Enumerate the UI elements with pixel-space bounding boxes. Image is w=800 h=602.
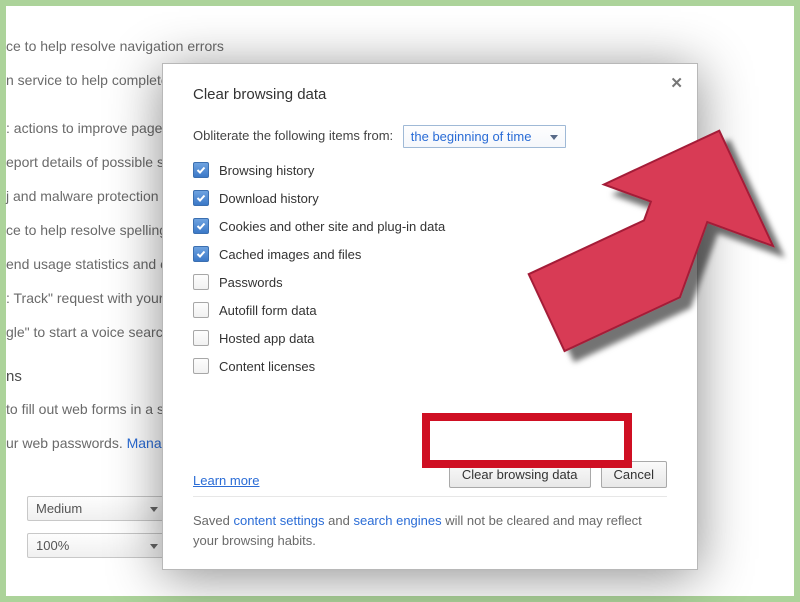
checkbox[interactable] bbox=[193, 246, 209, 262]
app-frame: ce to help resolve navigation errors n s… bbox=[0, 0, 800, 602]
option-row: Cached images and files bbox=[193, 246, 667, 262]
bg-text: to fill out web forms in a singl bbox=[6, 401, 186, 417]
clear-browsing-data-dialog: ✕ Clear browsing data Obliterate the fol… bbox=[162, 63, 698, 570]
option-row: Content licenses bbox=[193, 358, 667, 374]
search-engines-link[interactable]: search engines bbox=[353, 513, 441, 528]
learn-more-link[interactable]: Learn more bbox=[193, 473, 259, 488]
option-row: Hosted app data bbox=[193, 330, 667, 346]
bg-text: gle" to start a voice search bbox=[6, 324, 171, 340]
option-label: Browsing history bbox=[219, 163, 314, 178]
bg-text: ce to help resolve navigation errors bbox=[6, 38, 224, 54]
bg-text: ce to help resolve spelling err bbox=[6, 222, 188, 238]
option-row: Download history bbox=[193, 190, 667, 206]
bg-text: : Track" request with your bro bbox=[6, 290, 188, 306]
option-label: Cookies and other site and plug-in data bbox=[219, 219, 445, 234]
option-label: Content licenses bbox=[219, 359, 315, 374]
footer-text: Saved bbox=[193, 513, 233, 528]
options-list: Browsing history Download history Cookies … bbox=[193, 162, 667, 386]
close-icon[interactable]: ✕ bbox=[670, 74, 683, 92]
option-row: Cookies and other site and plug-in data bbox=[193, 218, 667, 234]
option-label: Hosted app data bbox=[219, 331, 314, 346]
option-row: Browsing history bbox=[193, 162, 667, 178]
checkbox[interactable] bbox=[193, 218, 209, 234]
option-row: Autofill form data bbox=[193, 302, 667, 318]
checkbox[interactable] bbox=[193, 274, 209, 290]
option-row: Passwords bbox=[193, 274, 667, 290]
obliterate-row: Obliterate the following items from: the… bbox=[193, 125, 667, 148]
option-label: Cached images and files bbox=[219, 247, 361, 262]
dialog-title: Clear browsing data bbox=[193, 86, 667, 103]
clear-browsing-data-button[interactable]: Clear browsing data bbox=[449, 461, 591, 488]
cancel-button[interactable]: Cancel bbox=[601, 461, 667, 488]
time-range-dropdown[interactable]: the beginning of time bbox=[403, 125, 566, 148]
dialog-footer-note: Saved content settings and search engine… bbox=[193, 496, 667, 551]
zoom-dropdown[interactable]: 100% bbox=[27, 533, 166, 558]
option-label: Download history bbox=[219, 191, 319, 206]
bg-section-header: ns bbox=[6, 368, 22, 385]
option-label: Autofill form data bbox=[219, 303, 317, 318]
checkbox[interactable] bbox=[193, 302, 209, 318]
bg-text-span: ur web passwords. bbox=[6, 435, 127, 451]
bg-text: j and malware protection bbox=[6, 188, 159, 204]
checkbox[interactable] bbox=[193, 162, 209, 178]
obliterate-label: Obliterate the following items from: bbox=[193, 128, 393, 143]
checkbox[interactable] bbox=[193, 190, 209, 206]
footer-text: and bbox=[325, 513, 354, 528]
font-size-dropdown[interactable]: Medium bbox=[27, 496, 166, 521]
option-label: Passwords bbox=[219, 275, 283, 290]
content-settings-link[interactable]: content settings bbox=[233, 513, 324, 528]
checkbox[interactable] bbox=[193, 358, 209, 374]
checkbox[interactable] bbox=[193, 330, 209, 346]
